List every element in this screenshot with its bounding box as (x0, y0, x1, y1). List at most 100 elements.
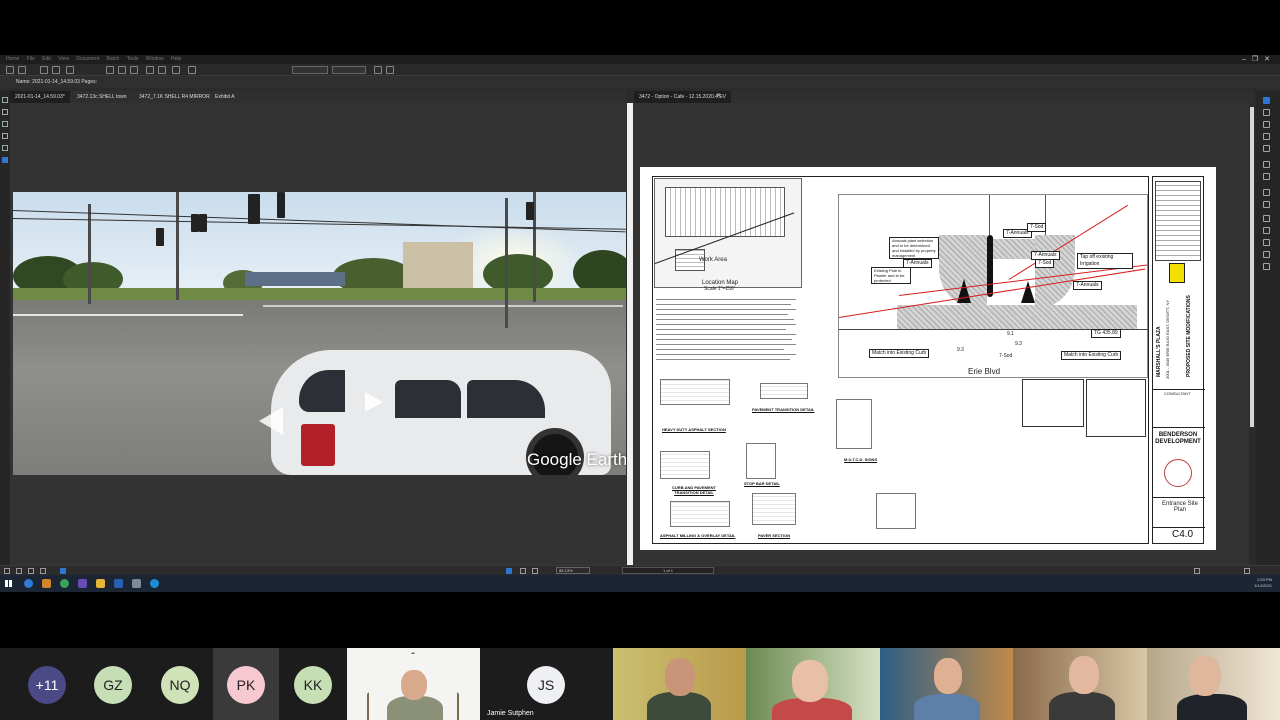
signatures-icon[interactable] (2, 145, 8, 151)
callout-icon[interactable] (1263, 189, 1270, 196)
participant-video-1[interactable] (347, 648, 480, 720)
system-clock[interactable]: 2:53 PM 1/14/2021 (1254, 577, 1272, 589)
toolbar (0, 64, 1280, 76)
bookmarks-icon[interactable] (2, 109, 8, 115)
pen-icon[interactable] (106, 66, 114, 74)
participant-tile-jamie[interactable]: JS Jamie Sutphen (480, 648, 613, 720)
menu-help[interactable]: Help (171, 55, 181, 64)
zoom-tool-icon[interactable] (532, 568, 538, 574)
markups-icon[interactable] (2, 133, 8, 139)
select-icon[interactable] (40, 66, 48, 74)
nav-arrow-right-icon[interactable] (365, 392, 383, 412)
tool-chest-icon[interactable] (1263, 133, 1270, 140)
participant-tile-pk[interactable]: PK (213, 648, 279, 720)
zoom-level[interactable]: 86.13% (556, 567, 590, 574)
menu-batch[interactable]: Batch (107, 55, 120, 64)
pen-tool-icon[interactable] (1263, 145, 1270, 152)
edge-icon[interactable] (24, 579, 33, 588)
avatar-gz: GZ (94, 666, 132, 704)
file-explorer-icon[interactable] (42, 579, 51, 588)
menu-window[interactable]: Window (146, 55, 164, 64)
menu-file[interactable]: File (27, 55, 35, 64)
fit-page-icon[interactable] (1244, 568, 1250, 574)
word-icon[interactable] (114, 579, 123, 588)
pencil-icon[interactable] (1263, 173, 1270, 180)
sheet-number: C4.0 (1172, 529, 1194, 540)
line-tool-icon[interactable] (1263, 161, 1270, 168)
participant-tile-nq[interactable]: NQ (146, 648, 212, 720)
lock-icon[interactable] (1194, 568, 1200, 574)
avatar-more: +11 (28, 666, 66, 704)
menu-tools[interactable]: Tools (127, 55, 139, 64)
select-tool-icon[interactable] (506, 568, 512, 574)
tab-shell-mirror[interactable]: 3472_7.1K SHELL R4 MIRROR (134, 91, 215, 103)
vertical-scrollbar[interactable] (1249, 103, 1255, 568)
measurements-icon[interactable] (2, 157, 8, 163)
participant-tile-more[interactable]: +11 (0, 648, 80, 720)
thumbnails-icon[interactable] (2, 97, 8, 103)
participant-video-5[interactable] (1013, 648, 1147, 720)
single-page-icon[interactable] (16, 568, 22, 574)
font-color-icon[interactable] (374, 66, 382, 74)
layers-icon[interactable] (2, 121, 8, 127)
avatar-nq: NQ (161, 666, 199, 704)
highlighter-icon[interactable] (118, 66, 126, 74)
text-box-icon[interactable] (1263, 201, 1270, 208)
tab-shell-town[interactable]: 3472.13c SHELL town (72, 91, 132, 103)
pan-icon[interactable] (52, 66, 60, 74)
split-vertical-icon[interactable] (28, 568, 34, 574)
detail-heavy-duty-asphalt: HEAVY DUTY ASPHALT SECTION (662, 427, 726, 432)
bold-icon[interactable] (386, 66, 394, 74)
line-style-dropdown[interactable] (292, 66, 328, 74)
participant-tile-gz[interactable]: GZ (80, 648, 146, 720)
close-tab-icon[interactable]: ✕ (716, 92, 721, 99)
properties-icon[interactable] (1263, 97, 1270, 104)
ie-icon[interactable] (150, 579, 159, 588)
avatar-js: JS (527, 666, 565, 704)
line-icon[interactable] (188, 66, 196, 74)
scrollbar-thumb[interactable] (1250, 107, 1254, 427)
page-indicator[interactable]: 1 of 1 (622, 567, 714, 574)
split-horizontal-icon[interactable] (40, 568, 46, 574)
measure-icon[interactable] (172, 66, 180, 74)
rectangle-icon[interactable] (1263, 215, 1270, 222)
detail-curb-pavement: CURB AND PAVEMENT TRANSITION DETAIL (672, 485, 716, 495)
studio-icon[interactable] (1263, 121, 1270, 128)
shape-icon[interactable] (146, 66, 154, 74)
redo-icon[interactable] (18, 66, 26, 74)
menu-home[interactable]: Home (6, 55, 19, 64)
chrome-icon[interactable] (60, 579, 69, 588)
polygon-icon[interactable] (1263, 239, 1270, 246)
participant-tile-kk[interactable]: KK (280, 648, 346, 720)
search-icon[interactable] (1263, 109, 1270, 116)
properties-bar: Name: 2021-01-14_14.59.03 Pages: (0, 76, 1280, 88)
menu-edit[interactable]: Edit (42, 55, 51, 64)
participant-video-2[interactable] (613, 648, 746, 720)
participant-video-4[interactable] (880, 648, 1013, 720)
folder-icon[interactable] (96, 579, 105, 588)
line-width-dropdown[interactable] (332, 66, 366, 74)
pan-tool-icon[interactable] (520, 568, 526, 574)
teams-icon[interactable] (78, 579, 87, 588)
snapshot-icon[interactable] (66, 66, 74, 74)
menu-view[interactable]: View (58, 55, 69, 64)
ellipse-icon[interactable] (1263, 227, 1270, 234)
grid-icon[interactable] (4, 568, 10, 574)
window-controls[interactable]: –❐✕ (1242, 55, 1276, 64)
tab-exhibit-a[interactable]: Exhibit A (210, 91, 239, 103)
menu-document[interactable]: Document (76, 55, 99, 64)
cloud-icon[interactable] (1263, 251, 1270, 258)
participant-video-6[interactable] (1147, 648, 1280, 720)
bluebeam-icon[interactable] (132, 579, 141, 588)
windows-start-icon[interactable] (5, 580, 12, 587)
sync-icon[interactable] (60, 568, 66, 574)
stamp-icon[interactable] (158, 66, 166, 74)
status-bar: 86.13% 1 of 1 (0, 565, 1280, 575)
text-icon[interactable] (130, 66, 138, 74)
participant-video-3[interactable] (746, 648, 880, 720)
tab-screenshot[interactable]: 2021-01-14_14.59.03* (10, 91, 70, 103)
nav-arrow-left-icon[interactable] (259, 407, 283, 435)
undo-icon[interactable] (6, 66, 14, 74)
image-icon[interactable] (1263, 263, 1270, 270)
site-plan-sheet[interactable]: Work Area Location Map Scale 1"=250' 7-A… (640, 167, 1216, 550)
